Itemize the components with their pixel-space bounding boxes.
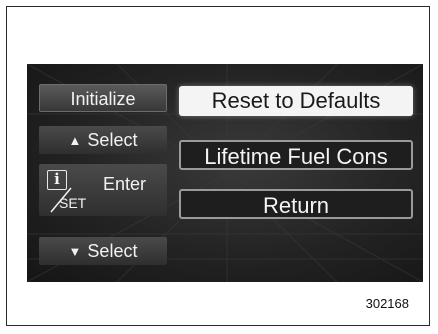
initialize-tab[interactable]: Initialize xyxy=(39,84,167,112)
reset-to-defaults-option[interactable]: Reset to Defaults xyxy=(179,86,413,116)
info-set-enter-hint: i SET Enter xyxy=(39,164,167,216)
figure-number: 302168 xyxy=(365,296,409,311)
display-screen: Initialize ▲ Select i SET Enter ▼ Select R… xyxy=(27,64,423,282)
return-label: Return xyxy=(262,193,330,218)
set-label: SET xyxy=(59,195,87,211)
select-down-label: Select xyxy=(87,241,138,261)
lifetime-fuel-cons-label: Lifetime Fuel Cons xyxy=(204,144,388,169)
select-up-hint: ▲ Select xyxy=(39,126,167,154)
lifetime-fuel-cons-option[interactable]: Lifetime Fuel Cons xyxy=(179,140,413,170)
reset-to-defaults-label: Reset to Defaults xyxy=(211,88,381,113)
select-up-label: Select xyxy=(87,130,138,150)
select-down-hint: ▼ Select xyxy=(39,237,167,265)
triangle-down-icon: ▼ xyxy=(68,244,82,259)
figure-frame: Initialize ▲ Select i SET Enter ▼ Select R… xyxy=(6,6,430,326)
enter-label: Enter xyxy=(103,174,147,194)
return-option[interactable]: Return xyxy=(179,189,413,219)
initialize-label: Initialize xyxy=(70,89,136,109)
triangle-up-icon: ▲ xyxy=(68,133,82,148)
